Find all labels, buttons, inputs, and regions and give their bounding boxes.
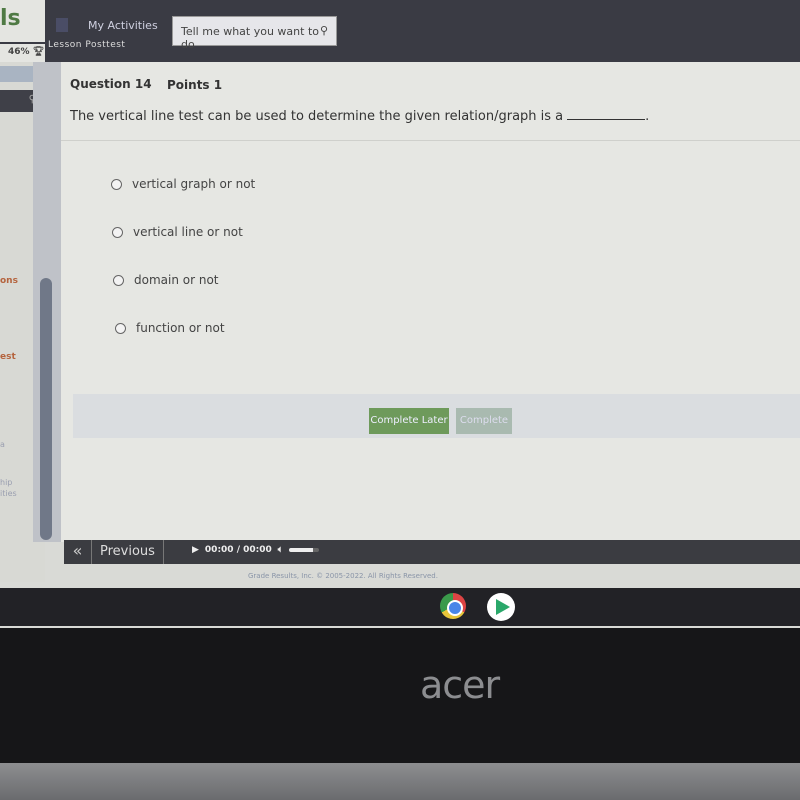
- sidebar-item[interactable]: ities: [0, 489, 17, 498]
- answer-blank: [567, 119, 646, 120]
- volume-slider[interactable]: [289, 548, 320, 552]
- chrome-icon[interactable]: [440, 593, 466, 619]
- logo: ls: [0, 6, 21, 31]
- search-placeholder: Tell me what you want to do: [181, 25, 319, 51]
- sidebar-item[interactable]: ons: [0, 276, 18, 286]
- question-prompt: The vertical line test can be used to de…: [70, 109, 564, 124]
- sidebar-item[interactable]: a: [0, 440, 5, 449]
- taskbar: [0, 588, 800, 626]
- brand-logo: acer: [420, 663, 500, 707]
- play-store-icon[interactable]: [487, 593, 515, 621]
- radio-button[interactable]: [111, 178, 122, 190]
- option-2[interactable]: vertical line or not: [112, 225, 243, 239]
- logo-area: ls: [0, 0, 45, 42]
- option-label: domain or not: [134, 273, 219, 287]
- laptop-base: [0, 763, 800, 800]
- scrollbar-thumb[interactable]: [40, 278, 52, 540]
- progress-value: 46%: [8, 47, 30, 57]
- question-points: Points 1: [167, 78, 223, 92]
- radio-button[interactable]: [113, 274, 124, 286]
- time-display: 00:00 / 00:00: [204, 545, 272, 555]
- trophy-icon: 🏆︎: [32, 47, 45, 57]
- laptop-bezel: acer: [0, 628, 800, 763]
- bottom-nav: « Previous ▶ 00:00 / 00:00 🔈︎: [64, 540, 800, 564]
- option-label: vertical graph or not: [132, 177, 256, 191]
- option-1[interactable]: vertical graph or not: [111, 177, 255, 191]
- screen: ls 46% 🏆︎ My Activities Lesson Posttest …: [0, 0, 800, 628]
- complete-later-button[interactable]: Complete Later: [369, 408, 449, 434]
- copyright: Grade Results, Inc. © 2005-2022. All Rig…: [248, 572, 438, 580]
- progress-percent: 46% 🏆︎: [0, 44, 45, 62]
- divider: [61, 140, 800, 141]
- top-bar: ls 46% 🏆︎ My Activities Lesson Posttest …: [0, 0, 800, 62]
- question-panel: Question 14 Points 1 The vertical line t…: [61, 62, 800, 542]
- menu-icon[interactable]: [56, 18, 68, 32]
- breadcrumb: Lesson Posttest: [48, 40, 126, 50]
- double-chevron-left-icon[interactable]: «: [64, 540, 92, 564]
- option-label: vertical line or not: [133, 225, 243, 239]
- sidebar-item[interactable]: hip: [0, 478, 12, 487]
- complete-button[interactable]: Complete: [456, 408, 512, 434]
- option-4[interactable]: function or not: [115, 321, 225, 335]
- sidebar-item[interactable]: est: [0, 352, 16, 362]
- action-bar: Complete Later Complete: [73, 394, 800, 438]
- previous-button[interactable]: Previous: [92, 540, 164, 564]
- radio-button[interactable]: [112, 226, 123, 238]
- question-number: Question 14: [70, 77, 152, 91]
- option-3[interactable]: domain or not: [113, 273, 219, 287]
- option-label: function or not: [136, 321, 225, 335]
- question-text: The vertical line test can be used to de…: [70, 109, 650, 124]
- radio-button[interactable]: [115, 322, 126, 334]
- search-icon[interactable]: ⚲: [320, 24, 328, 37]
- audio-player: ▶ 00:00 / 00:00 🔈︎: [192, 545, 320, 555]
- volume-icon[interactable]: 🔈︎: [278, 545, 283, 555]
- play-icon[interactable]: ▶: [192, 545, 199, 555]
- my-activities-link[interactable]: My Activities: [88, 19, 158, 32]
- search-input[interactable]: Tell me what you want to do ⚲: [172, 16, 337, 51]
